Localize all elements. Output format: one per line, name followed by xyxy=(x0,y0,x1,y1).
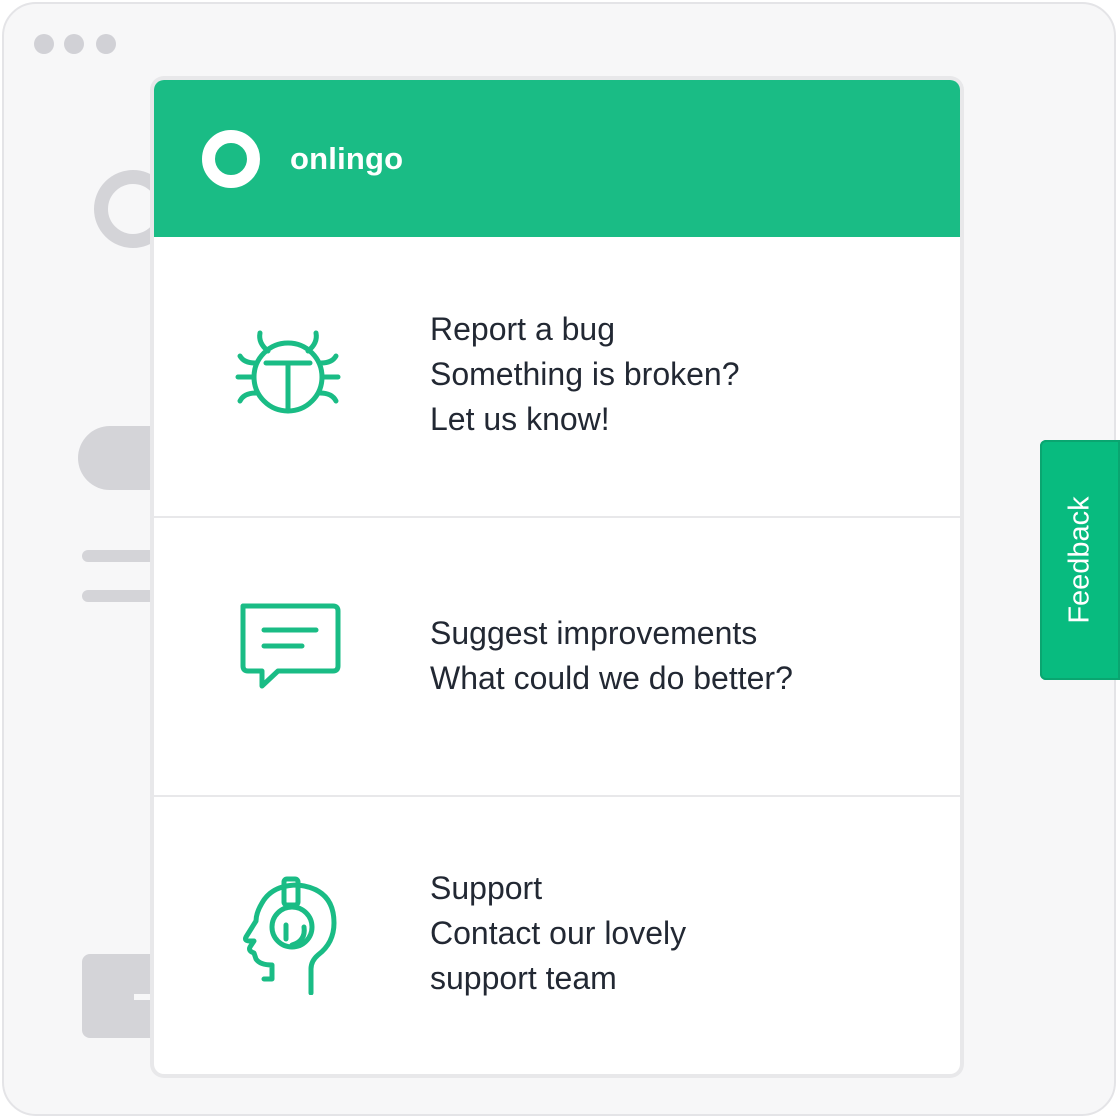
support-text: Support Contact our lovely support team xyxy=(430,866,686,1001)
feedback-panel: onlingo Report a bug Something is broken… xyxy=(154,80,960,1074)
brand-name: onlingo xyxy=(290,140,404,176)
option-description-line: What could we do better? xyxy=(430,660,793,696)
option-description-line: support team xyxy=(430,960,617,996)
suggest-improvements-text: Suggest improvements What could we do be… xyxy=(430,611,793,701)
option-title: Suggest improvements xyxy=(430,615,758,651)
option-description-line: Contact our lovely xyxy=(430,915,687,951)
feedback-tab-button[interactable]: Feedback xyxy=(1040,440,1120,680)
feedback-tab-label: Feedback xyxy=(1063,496,1096,624)
suggest-improvements-option[interactable]: Suggest improvements What could we do be… xyxy=(154,518,960,797)
report-bug-option[interactable]: Report a bug Something is broken? Let us… xyxy=(154,237,960,518)
bug-icon xyxy=(235,330,341,414)
window-dot-icon xyxy=(64,34,84,54)
option-title: Report a bug xyxy=(430,311,616,347)
option-description-line: Something is broken? xyxy=(430,356,740,392)
window-dot-icon xyxy=(96,34,116,54)
window-dot-icon xyxy=(34,34,54,54)
headset-agent-icon xyxy=(243,876,337,995)
report-bug-text: Report a bug Something is broken? Let us… xyxy=(430,307,740,442)
panel-header: onlingo xyxy=(154,80,960,237)
onlingo-logo-icon xyxy=(202,129,260,188)
option-description-line: Let us know! xyxy=(430,401,610,437)
chat-bubble-icon xyxy=(240,603,341,689)
option-title: Support xyxy=(430,870,543,906)
support-option[interactable]: Support Contact our lovely support team xyxy=(154,797,960,1074)
